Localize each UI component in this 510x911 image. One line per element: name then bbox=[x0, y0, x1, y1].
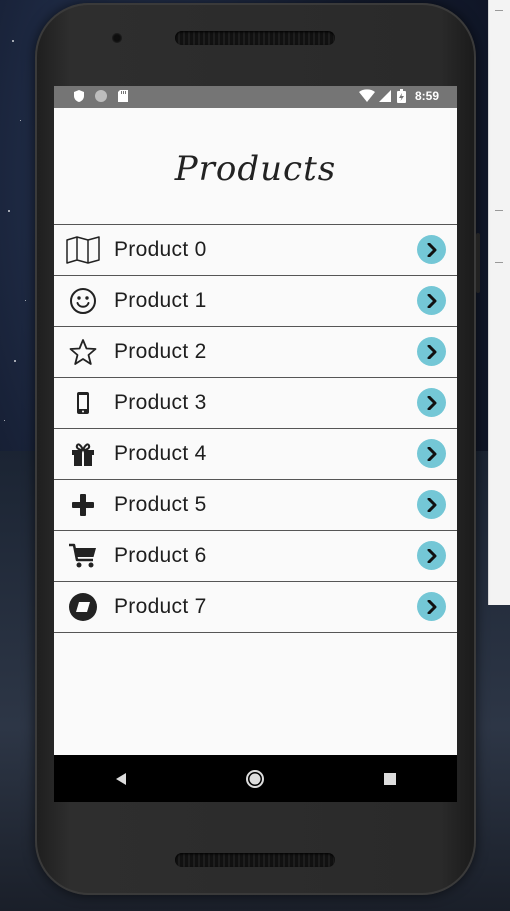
product-label: Product 5 bbox=[114, 493, 207, 516]
wifi-icon bbox=[358, 89, 375, 103]
list-item-product-5[interactable]: Product 5 bbox=[54, 480, 457, 531]
back-icon[interactable] bbox=[101, 759, 141, 799]
chevron-right-icon[interactable] bbox=[417, 388, 446, 417]
gift-icon bbox=[65, 438, 101, 470]
chevron-right-icon[interactable] bbox=[417, 286, 446, 315]
chevron-right-icon[interactable] bbox=[417, 592, 446, 621]
clock: 8:59 bbox=[414, 89, 439, 103]
list-item-product-3[interactable]: Product 3 bbox=[54, 378, 457, 429]
chevron-right-icon[interactable] bbox=[417, 235, 446, 264]
volume-button bbox=[476, 233, 480, 293]
chevron-right-icon[interactable] bbox=[417, 490, 446, 519]
product-label: Product 4 bbox=[114, 442, 207, 465]
shield-icon bbox=[72, 89, 86, 103]
bottom-speaker bbox=[175, 853, 335, 867]
list-item-product-4[interactable]: Product 4 bbox=[54, 429, 457, 480]
product-label: Product 1 bbox=[114, 289, 207, 312]
star-icon bbox=[65, 336, 101, 368]
home-icon[interactable] bbox=[235, 759, 275, 799]
eraser-icon bbox=[65, 591, 101, 623]
battery-icon bbox=[396, 89, 406, 103]
chevron-right-icon[interactable] bbox=[417, 541, 446, 570]
smiley-icon bbox=[65, 285, 101, 317]
product-list: Product 0 Product 1 Product 2 Product 3 … bbox=[54, 225, 457, 633]
status-bar: 8:59 bbox=[54, 86, 457, 108]
product-label: Product 3 bbox=[114, 391, 207, 414]
recents-icon[interactable] bbox=[370, 759, 410, 799]
list-item-product-7[interactable]: Product 7 bbox=[54, 582, 457, 633]
product-label: Product 6 bbox=[114, 544, 207, 567]
cart-icon bbox=[65, 540, 101, 572]
product-label: Product 2 bbox=[114, 340, 207, 363]
chevron-right-icon[interactable] bbox=[417, 337, 446, 366]
app-screen: 8:59 Products Product 0 Product 1 Produc… bbox=[54, 86, 457, 802]
plus-icon bbox=[65, 489, 101, 521]
list-item-product-1[interactable]: Product 1 bbox=[54, 276, 457, 327]
page-header: Products bbox=[54, 108, 457, 225]
navigation-bar bbox=[54, 755, 457, 802]
list-item-product-2[interactable]: Product 2 bbox=[54, 327, 457, 378]
cell-signal-icon bbox=[378, 89, 392, 103]
product-label: Product 7 bbox=[114, 595, 207, 618]
map-icon bbox=[65, 234, 101, 266]
page-title: Products bbox=[174, 149, 337, 189]
circle-icon bbox=[94, 89, 108, 103]
list-item-product-0[interactable]: Product 0 bbox=[54, 225, 457, 276]
sd-card-icon bbox=[116, 89, 130, 103]
list-item-product-6[interactable]: Product 6 bbox=[54, 531, 457, 582]
product-label: Product 0 bbox=[114, 238, 207, 261]
top-speaker bbox=[175, 31, 335, 45]
mobile-phone-icon bbox=[65, 387, 101, 419]
background-window bbox=[488, 0, 510, 605]
chevron-right-icon[interactable] bbox=[417, 439, 446, 468]
front-camera bbox=[112, 33, 122, 43]
